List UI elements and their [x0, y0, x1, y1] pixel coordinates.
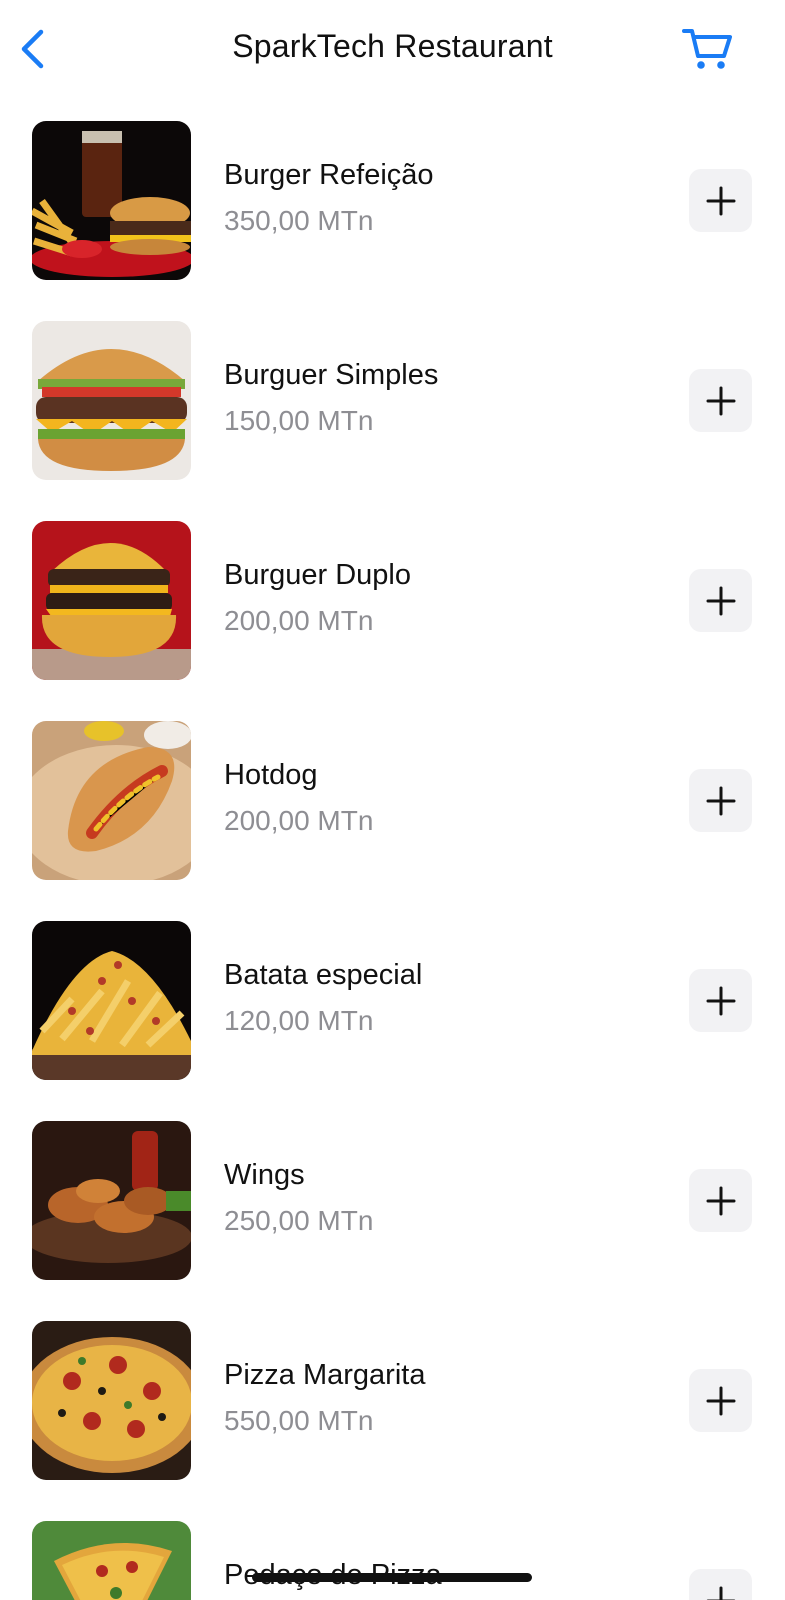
- plus-icon: [706, 1586, 735, 1600]
- list-item[interactable]: Burguer Duplo 200,00 MTn: [0, 521, 785, 721]
- item-name: Hotdog: [224, 759, 318, 791]
- item-name: Burger Refeição: [224, 159, 434, 191]
- item-price: 200,00 MTn: [224, 805, 374, 836]
- item-name: Pizza Margarita: [224, 1359, 426, 1391]
- pizza-photo: [32, 1321, 191, 1480]
- add-to-cart-button[interactable]: [689, 169, 752, 232]
- item-name: Batata especial: [224, 959, 423, 991]
- cart-icon: [682, 29, 732, 69]
- add-to-cart-button[interactable]: [689, 769, 752, 832]
- item-name: Burguer Simples: [224, 359, 439, 391]
- list-item[interactable]: Burger Refeição 350,00 MTn: [0, 121, 785, 321]
- plus-icon: [706, 386, 735, 415]
- item-price: 550,00 MTn: [224, 1405, 374, 1436]
- plus-icon: [706, 1186, 735, 1215]
- item-name: Burguer Duplo: [224, 559, 411, 591]
- add-to-cart-button[interactable]: [689, 569, 752, 632]
- plus-icon: [706, 786, 735, 815]
- pizza-slice-photo: [32, 1521, 191, 1600]
- add-to-cart-button[interactable]: [689, 1569, 752, 1600]
- loaded-fries-photo: [32, 921, 191, 1080]
- double-burger-photo: [32, 521, 191, 680]
- page-title: SparkTech Restaurant: [232, 28, 553, 64]
- chicken-wings-photo: [32, 1121, 191, 1280]
- add-to-cart-button[interactable]: [689, 369, 752, 432]
- add-to-cart-button[interactable]: [689, 969, 752, 1032]
- plus-icon: [706, 986, 735, 1015]
- plus-icon: [706, 1386, 735, 1415]
- list-item[interactable]: Hotdog 200,00 MTn: [0, 721, 785, 921]
- add-to-cart-button[interactable]: [689, 1169, 752, 1232]
- hotdog-photo: [32, 721, 191, 880]
- list-item[interactable]: Batata especial 120,00 MTn: [0, 921, 785, 1121]
- burger-meal-photo: [32, 121, 191, 280]
- item-price: 350,00 MTn: [224, 205, 374, 236]
- list-item[interactable]: Pizza Margarita 550,00 MTn: [0, 1321, 785, 1521]
- plus-icon: [706, 186, 735, 215]
- plus-icon: [706, 586, 735, 615]
- item-price: 200,00 MTn: [224, 605, 374, 636]
- item-price: 150,00 MTn: [224, 405, 374, 436]
- cart-button[interactable]: [680, 24, 736, 74]
- list-item[interactable]: Pedaço de Pizza: [0, 1521, 785, 1600]
- home-indicator[interactable]: [252, 1573, 532, 1582]
- list-item[interactable]: Wings 250,00 MTn: [0, 1121, 785, 1321]
- add-to-cart-button[interactable]: [689, 1369, 752, 1432]
- list-item[interactable]: Burguer Simples 150,00 MTn: [0, 321, 785, 521]
- item-name: Wings: [224, 1159, 305, 1191]
- item-price: 250,00 MTn: [224, 1205, 374, 1236]
- simple-burger-photo: [32, 321, 191, 480]
- item-price: 120,00 MTn: [224, 1005, 374, 1036]
- navigation-bar: SparkTech Restaurant: [0, 0, 785, 100]
